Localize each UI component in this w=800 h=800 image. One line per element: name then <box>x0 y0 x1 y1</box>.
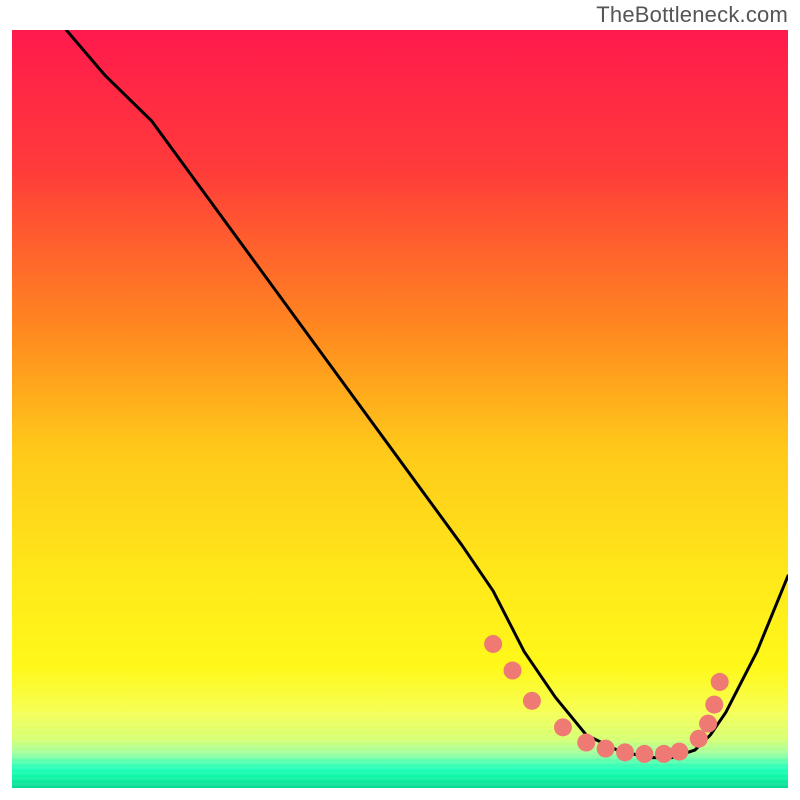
marker-point <box>554 718 572 736</box>
marker-point <box>711 673 729 691</box>
marker-point <box>705 696 723 714</box>
marker-point <box>523 692 541 710</box>
marker-point <box>670 743 688 761</box>
marker-point <box>655 745 673 763</box>
marker-point <box>504 662 522 680</box>
marker-point <box>484 635 502 653</box>
chart-svg <box>12 30 788 788</box>
marker-point <box>597 740 615 758</box>
marker-point <box>616 743 634 761</box>
watermark-text: TheBottleneck.com <box>596 2 788 28</box>
marker-point <box>635 745 653 763</box>
chart-frame: TheBottleneck.com <box>0 0 800 800</box>
chart-gradient-background <box>12 30 788 788</box>
chart-plot-area <box>12 30 788 788</box>
marker-point <box>699 715 717 733</box>
marker-point <box>577 734 595 752</box>
marker-point <box>690 730 708 748</box>
